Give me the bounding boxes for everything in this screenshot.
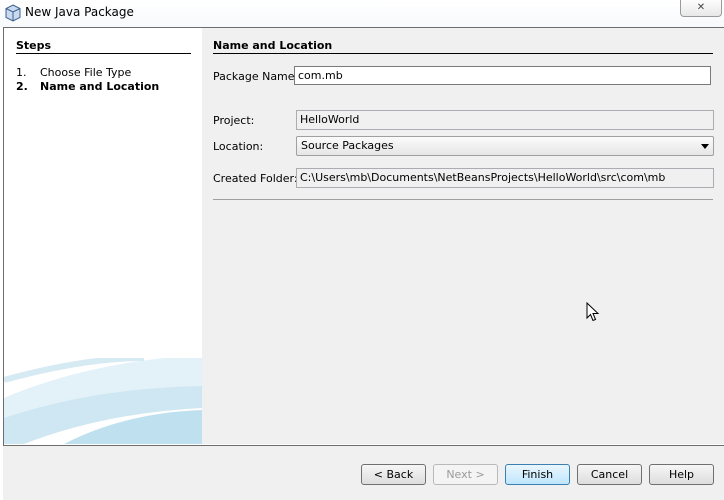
decorative-swoosh — [4, 358, 202, 444]
step-number: 1. — [16, 66, 27, 79]
package-name-input[interactable]: com.mb — [294, 66, 711, 85]
java-package-icon — [5, 4, 21, 22]
steps-divider — [16, 53, 191, 54]
step-choose-file-type: 1. Choose File Type — [16, 66, 131, 79]
title-bar: New Java Package ✕ — [0, 0, 724, 27]
project-label: Project: — [213, 114, 255, 127]
content-panel: Name and Location Package Name: com.mb P… — [202, 28, 724, 444]
created-folder-field: C:\Users\mb\Documents\NetBeansProjects\H… — [296, 168, 714, 188]
location-dropdown[interactable]: Source Packages — [296, 136, 714, 156]
location-label: Location: — [213, 140, 264, 153]
step-number: 2. — [16, 80, 28, 93]
step-label: Choose File Type — [40, 66, 132, 79]
cancel-button[interactable]: Cancel — [577, 464, 642, 485]
project-field: HelloWorld — [296, 110, 714, 130]
created-folder-label: Created Folder: — [213, 172, 298, 185]
window-title: New Java Package — [25, 5, 134, 19]
panel-title-divider — [213, 53, 713, 54]
steps-title: Steps — [16, 39, 52, 52]
close-icon: ✕ — [696, 2, 706, 13]
panel-title: Name and Location — [213, 39, 333, 52]
steps-panel: Steps 1. Choose File Type 2. Name and Loca… — [4, 28, 202, 444]
package-name-label: Package Name: — [213, 70, 299, 83]
back-button[interactable]: < Back — [361, 464, 426, 485]
next-button[interactable]: Next > — [433, 464, 498, 485]
step-label: Name and Location — [40, 80, 160, 93]
mouse-pointer-icon — [586, 302, 600, 322]
finish-button[interactable]: Finish — [505, 464, 570, 485]
help-button[interactable]: Help — [649, 464, 714, 485]
location-value: Source Packages — [301, 139, 394, 152]
chevron-down-icon — [701, 144, 709, 149]
step-name-and-location: 2. Name and Location — [16, 80, 159, 93]
close-button[interactable]: ✕ — [680, 0, 722, 17]
form-separator — [213, 199, 713, 200]
